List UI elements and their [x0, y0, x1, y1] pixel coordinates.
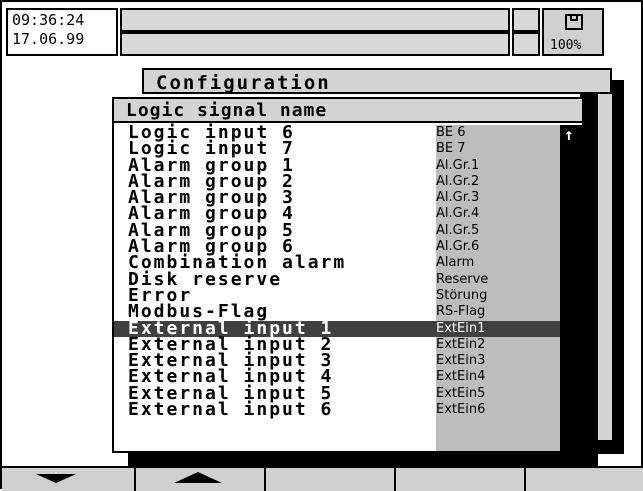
disk-percent: 100% — [550, 38, 582, 53]
signal-name: External input 6 — [128, 399, 334, 421]
floppy-disk-icon — [565, 14, 583, 30]
signal-list: Logic input 6 BE 6 Logic input 7 BE 7 Alarm … — [114, 124, 560, 421]
triangle-down-icon — [36, 474, 76, 483]
signal-code: ExtEin6 — [436, 402, 486, 418]
signal-code: Al.Gr.4 — [436, 206, 480, 222]
logic-signal-dialog: Logic signal name ↑ Logic input 6 BE 6 Log… — [112, 97, 584, 453]
signal-code: ExtEin2 — [436, 336, 486, 352]
function-key-4[interactable] — [396, 468, 526, 491]
signal-code: Al.Gr.5 — [436, 222, 480, 238]
status-blank — [606, 8, 641, 56]
signal-code: ExtEin4 — [436, 369, 486, 385]
config-window-edge — [596, 94, 614, 442]
triangle-up-icon — [174, 472, 222, 483]
disk-status: 100% — [542, 8, 604, 56]
signal-code: Alarm — [436, 255, 475, 271]
status-cell-top — [512, 8, 540, 32]
function-key-5[interactable] — [526, 468, 643, 491]
arrow-up-icon[interactable]: ↑ — [564, 127, 574, 143]
function-key-bar — [2, 466, 643, 491]
list-item[interactable]: External input 6 ExtEin6 — [114, 399, 560, 421]
signal-code: Al.Gr.3 — [436, 190, 480, 206]
signal-code: Al.Gr.2 — [436, 173, 480, 189]
signal-code: Al.Gr.6 — [436, 239, 480, 255]
function-key-3[interactable] — [266, 468, 396, 491]
config-title: Configuration — [156, 72, 331, 94]
signal-code: Al.Gr.1 — [436, 157, 480, 173]
date-label: 17.06.99 — [12, 30, 85, 48]
signal-code: BE 7 — [436, 141, 466, 157]
status-bar-top — [120, 8, 510, 32]
time-label: 09:36:24 — [12, 11, 85, 29]
signal-code: Reserve — [436, 271, 489, 287]
status-bar-bottom — [120, 32, 510, 56]
scrollbar[interactable]: ↑ — [560, 125, 582, 451]
device-screen: 09:36:24 17.06.99 100% Configuration Log… — [0, 0, 643, 491]
clock-display: 09:36:24 17.06.99 — [6, 8, 118, 56]
signal-code: RS-Flag — [436, 304, 486, 320]
signal-code: ExtEin5 — [436, 385, 486, 401]
status-cell-bottom — [512, 32, 540, 56]
scroll-up-button[interactable] — [136, 468, 266, 491]
scroll-down-button[interactable] — [2, 468, 136, 491]
signal-code: Störung — [436, 287, 488, 303]
config-window: Configuration — [142, 68, 612, 94]
signal-code: ExtEin3 — [436, 353, 486, 369]
dialog-title: Logic signal name — [114, 99, 582, 123]
signal-code: ExtEin1 — [436, 320, 486, 336]
signal-code: BE 6 — [436, 125, 466, 140]
